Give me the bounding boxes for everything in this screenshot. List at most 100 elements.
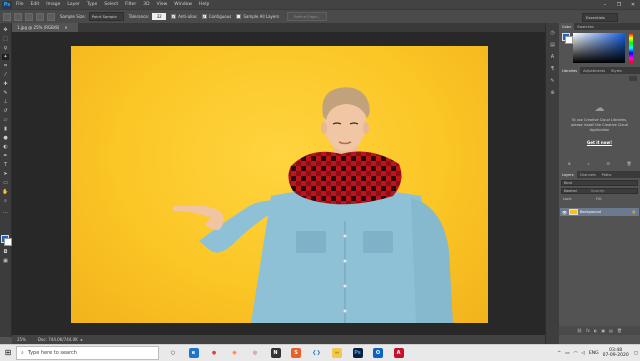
menu-filter[interactable]: Filter [125, 2, 136, 7]
type-tool-icon[interactable]: T [2, 162, 9, 168]
layer-filter-select[interactable]: Kind [561, 180, 638, 186]
brush-tool-icon[interactable]: ✎ [2, 90, 9, 96]
canvas-area[interactable] [12, 32, 545, 335]
tab-libraries[interactable]: Libraries [559, 67, 581, 74]
history-brush-icon[interactable]: ↺ [2, 108, 9, 114]
tab-styles[interactable]: Styles [608, 67, 625, 74]
tab-adjustments[interactable]: Adjustments [580, 67, 608, 74]
get-it-now-link[interactable]: Get it now! [559, 140, 640, 145]
workspace-select[interactable]: Essentials [581, 13, 618, 22]
brush-panel-icon[interactable]: ✎ [549, 78, 556, 85]
minimize-button[interactable]: – [598, 0, 612, 9]
menu-3d[interactable]: 3D [143, 2, 149, 7]
zoom-tool-icon[interactable]: ⌕ [2, 198, 9, 204]
tool-preset-icon[interactable] [3, 12, 11, 21]
hand-tool-icon[interactable]: ✋ [2, 189, 9, 195]
sample-size-select[interactable]: Point Sample [88, 12, 124, 21]
lasso-tool-icon[interactable]: ϙ [2, 45, 9, 51]
layer-style-icon[interactable]: fx [586, 328, 590, 333]
eyedropper-tool-icon[interactable]: ⁄ [2, 72, 9, 78]
firefox-icon[interactable]: ◉ [229, 348, 240, 358]
notion-icon[interactable]: N [270, 348, 281, 358]
layer-row-background[interactable]: 👁 Background 🔒 [560, 208, 639, 216]
tab-color[interactable]: Color [559, 23, 575, 30]
marquee-tool-icon[interactable]: ⬚ [2, 36, 9, 42]
move-tool-icon[interactable]: ✥ [2, 27, 9, 33]
tab-paths[interactable]: Paths [599, 171, 615, 178]
maximize-button[interactable]: ❐ [612, 0, 626, 9]
new-selection-icon[interactable] [14, 12, 22, 21]
clock[interactable]: 03:48 07-09-2020 [603, 348, 629, 359]
path-selection-icon[interactable]: ➤ [2, 171, 9, 177]
layer-mask-icon[interactable]: ▣ [601, 328, 605, 333]
photo-canvas[interactable] [71, 46, 488, 323]
contiguous-checkbox[interactable]: ✓ [201, 14, 207, 19]
menu-image[interactable]: Image [46, 2, 60, 7]
properties-panel-icon[interactable]: ▤ [549, 42, 556, 49]
chrome-icon[interactable]: ● [209, 348, 219, 358]
zoom-level[interactable]: 25% [17, 337, 26, 342]
document-tab[interactable]: 1.jpg @ 25% (RGB/8) ✕ [12, 23, 78, 32]
healing-tool-icon[interactable]: ✚ [2, 81, 9, 87]
adjustment-layer-icon[interactable]: ◐ [594, 328, 598, 333]
layer-name[interactable]: Background [580, 210, 601, 214]
photoshop-icon[interactable]: Ps [352, 348, 363, 358]
sample-all-layers-checkbox[interactable] [236, 14, 242, 19]
blur-tool-icon[interactable]: ● [2, 135, 9, 141]
photos-icon[interactable]: ◎ [250, 348, 260, 358]
panel-background-swatch[interactable] [565, 36, 573, 44]
tolerance-input[interactable]: 32 [152, 13, 167, 20]
add-content-icon[interactable]: ⊕ [567, 161, 570, 167]
tab-layers[interactable]: Layers [559, 171, 577, 178]
battery-icon[interactable]: ▭ [565, 351, 569, 356]
pen-tool-icon[interactable]: ✒ [2, 153, 9, 159]
refine-edge-button[interactable]: Refine Edge... [287, 12, 328, 21]
blend-mode-select[interactable]: Normal Opacity: [561, 188, 638, 194]
anti-alias-checkbox[interactable]: ✓ [171, 14, 177, 19]
acrobat-icon[interactable]: A [393, 348, 404, 358]
gradient-tool-icon[interactable]: ▮ [2, 126, 9, 132]
status-arrow-icon[interactable]: ▸ [81, 337, 83, 342]
menu-edit[interactable]: Edit [31, 2, 40, 7]
menu-help[interactable]: Help [199, 2, 209, 7]
color-picker-field[interactable] [573, 33, 625, 63]
magic-wand-tool-icon[interactable]: ✦ [2, 54, 9, 60]
add-selection-icon[interactable] [25, 12, 33, 21]
new-group-icon[interactable]: ▤ [609, 328, 613, 333]
more-tools-icon[interactable]: … [2, 209, 9, 215]
menu-view[interactable]: View [157, 2, 168, 7]
outlook-icon[interactable]: O [373, 348, 383, 358]
quick-mask-icon[interactable]: ◘ [2, 249, 9, 255]
crop-tool-icon[interactable]: ⌗ [2, 63, 9, 69]
history-panel-icon[interactable]: ◷ [549, 30, 556, 37]
menu-layer[interactable]: Layer [67, 2, 80, 7]
language-indicator[interactable]: ENG [589, 351, 599, 356]
start-button[interactable]: ⊞ [2, 347, 14, 359]
explorer-icon[interactable]: ▬ [332, 348, 342, 358]
library-menu-icon[interactable] [629, 76, 637, 81]
subtract-selection-icon[interactable] [36, 12, 44, 21]
menu-select[interactable]: Select [104, 2, 118, 7]
delete-layer-icon[interactable]: 🗑 [617, 328, 622, 333]
hue-slider[interactable] [629, 33, 633, 63]
paragraph-panel-icon[interactable]: ¶ [549, 66, 556, 73]
stamp-tool-icon[interactable]: ⊥ [2, 99, 9, 105]
menu-window[interactable]: Window [174, 2, 192, 7]
dodge-tool-icon[interactable]: ◐ [2, 144, 9, 150]
menu-type[interactable]: Type [87, 2, 97, 7]
wifi-icon[interactable]: ◠ [573, 351, 577, 356]
search-library-icon[interactable]: ⌕ [587, 161, 589, 167]
screen-mode-icon[interactable]: ▣ [2, 258, 9, 264]
eraser-tool-icon[interactable]: ▱ [2, 117, 9, 123]
clone-source-icon[interactable]: ⊕ [549, 90, 556, 97]
layer-visibility-icon[interactable]: 👁 [562, 210, 567, 215]
volume-icon[interactable]: ◁ [581, 351, 584, 356]
background-color-swatch[interactable] [4, 238, 12, 246]
close-button[interactable]: ✕ [626, 0, 640, 9]
shape-tool-icon[interactable]: ▭ [2, 180, 9, 186]
menu-file[interactable]: File [16, 2, 24, 7]
taskbar-search[interactable]: ⌕ Type here to search [16, 346, 159, 360]
sublime-icon[interactable]: S [291, 348, 301, 358]
close-tab-icon[interactable]: ✕ [64, 25, 67, 30]
character-panel-icon[interactable]: A [549, 54, 556, 61]
